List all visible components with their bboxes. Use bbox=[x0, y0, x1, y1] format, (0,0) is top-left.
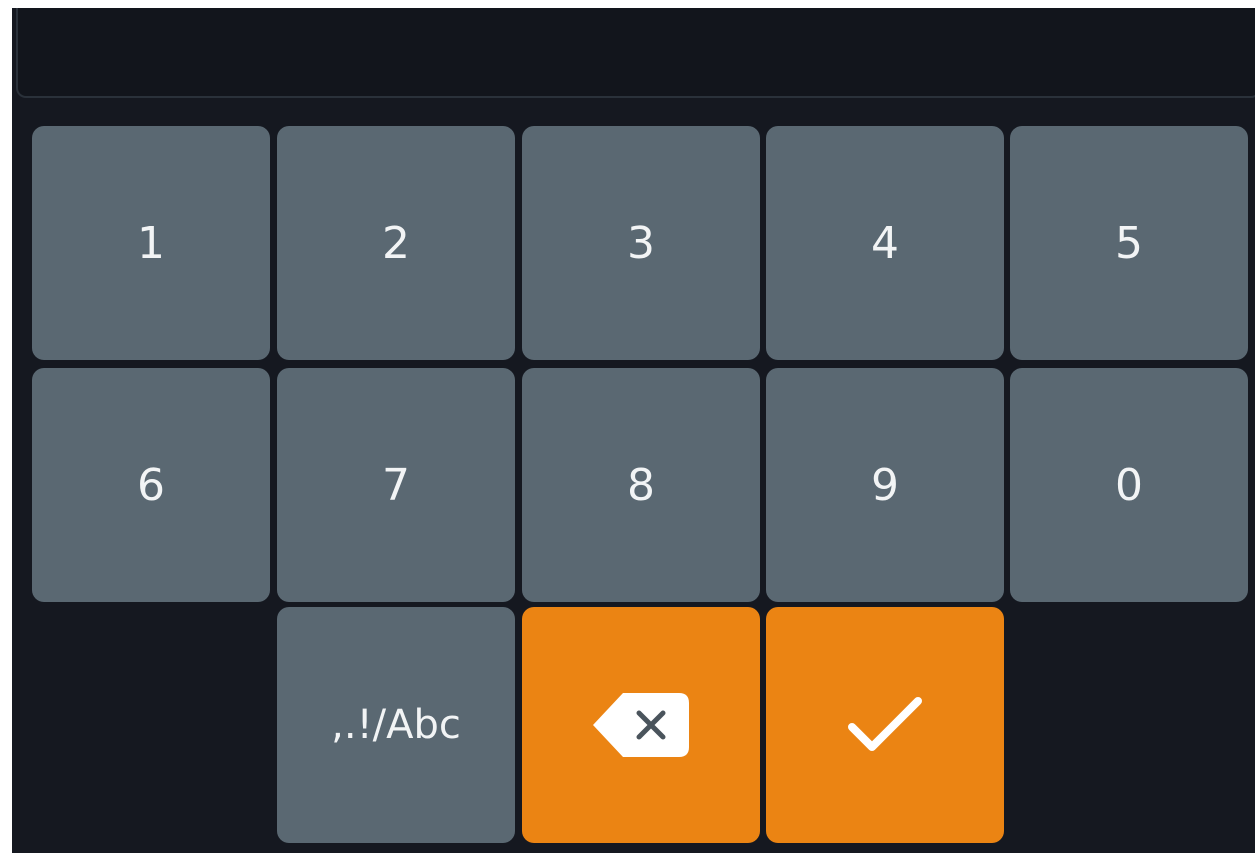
key-4[interactable]: 4 bbox=[766, 126, 1004, 360]
key-5[interactable]: 5 bbox=[1010, 126, 1248, 360]
key-9[interactable]: 9 bbox=[766, 368, 1004, 602]
checkmark-icon bbox=[846, 695, 924, 755]
key-3[interactable]: 3 bbox=[522, 126, 760, 360]
text-input-field[interactable] bbox=[16, 8, 1255, 98]
key-6[interactable]: 6 bbox=[32, 368, 270, 602]
backspace-icon bbox=[589, 687, 693, 763]
backspace-key[interactable] bbox=[522, 607, 760, 843]
key-2[interactable]: 2 bbox=[277, 126, 515, 360]
mode-switch-key[interactable]: ,.!/Abc bbox=[277, 607, 515, 843]
key-1[interactable]: 1 bbox=[32, 126, 270, 360]
key-0[interactable]: 0 bbox=[1010, 368, 1248, 602]
key-8[interactable]: 8 bbox=[522, 368, 760, 602]
key-7[interactable]: 7 bbox=[277, 368, 515, 602]
numeric-keyboard-screen: 1 2 3 4 5 6 7 8 9 0 ,.!/Abc bbox=[12, 8, 1255, 853]
confirm-key[interactable] bbox=[766, 607, 1004, 843]
